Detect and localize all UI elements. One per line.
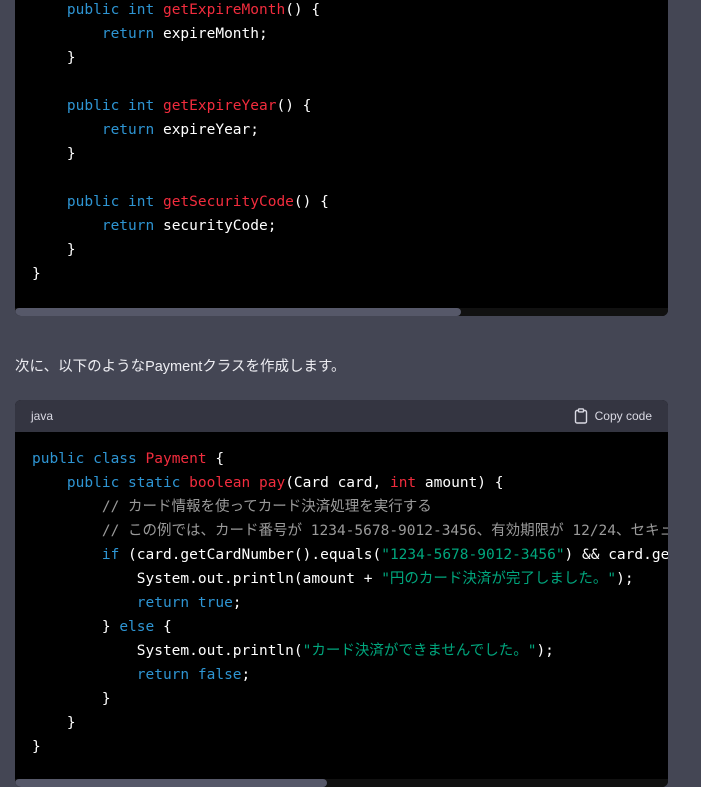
code-line: public class Payment { (32, 451, 225, 467)
copy-code-button[interactable]: Copy code (574, 408, 652, 424)
code-line: } (32, 715, 76, 731)
scrollbar-thumb[interactable] (15, 779, 327, 787)
code-line: System.out.println(amount + "円のカード決済が完了し… (32, 571, 634, 587)
clipboard-icon (574, 408, 588, 424)
string-token: "円のカード決済が完了しました。" (381, 571, 617, 587)
keyword-token: return (101, 218, 155, 234)
keyword-token: public int (66, 98, 155, 114)
code-line: } (32, 242, 76, 258)
code-line: public int getSecurityCode() { (66, 194, 329, 210)
comment-token: // この例では、カード番号が 1234-5678-9012-3456、有効期限… (101, 523, 668, 539)
code-line: } (32, 146, 76, 162)
body-paragraph: 次に、以下のようなPaymentクラスを作成します。 (15, 359, 346, 375)
keyword-token: return true (136, 595, 233, 611)
code-language-label: java (31, 409, 54, 423)
code-line: } (32, 691, 111, 707)
method-name-token: pay (259, 475, 286, 491)
code-line: return securityCode; (101, 218, 277, 234)
horizontal-scrollbar[interactable] (15, 779, 668, 787)
type-token: boolean (189, 475, 251, 491)
code-block-payment: java Copy code public class Payment { pu… (15, 400, 668, 787)
code-line: public int getExpireMonth() { (66, 2, 321, 18)
method-name-token: getExpireYear (162, 98, 277, 114)
code-line: // この例では、カード番号が 1234-5678-9012-3456、有効期限… (32, 523, 668, 539)
method-name-token: getExpireMonth (162, 2, 286, 18)
scrollbar-thumb[interactable] (15, 308, 461, 316)
code-line: } (32, 266, 41, 282)
string-token: "1234-5678-9012-3456" (381, 547, 565, 563)
code-line: return false; (136, 667, 251, 683)
keyword-token: public int (66, 194, 155, 210)
keyword-token: public static (66, 475, 181, 491)
code-line: } (32, 50, 76, 66)
code-content: public int getExpireMonth() { return exp… (15, 0, 668, 286)
code-line: } else { (32, 619, 172, 635)
class-name-token: Payment (145, 451, 207, 467)
code-line: System.out.println("カード決済ができませんでした。"); (32, 643, 554, 659)
horizontal-scrollbar[interactable] (15, 308, 668, 316)
keyword-token: return (101, 26, 155, 42)
code-block-header: java Copy code (15, 400, 668, 432)
code-block-getters: public int getExpireMonth() { return exp… (15, 0, 668, 316)
code-line: if (card.getCardNumber().equals("1234-56… (101, 547, 668, 563)
copy-code-label: Copy code (594, 409, 652, 423)
keyword-token: return (101, 122, 155, 138)
code-line: } (32, 739, 41, 755)
code-line: return expireMonth; (101, 26, 268, 42)
method-name-token: getSecurityCode (162, 194, 294, 210)
keyword-token: return false (136, 667, 242, 683)
string-token: "カード決済ができませんでした。" (302, 643, 537, 659)
keyword-token: public class (32, 451, 137, 467)
keyword-token: public int (66, 2, 155, 18)
keyword-token: if (101, 547, 120, 563)
code-line: return true; (136, 595, 242, 611)
type-token: int (389, 475, 417, 491)
code-line: return expireYear; (101, 122, 259, 138)
code-line: public static boolean pay(Card card, int… (66, 475, 504, 491)
keyword-token: else (119, 619, 155, 635)
code-line: public int getExpireYear() { (66, 98, 312, 114)
code-content: public class Payment { public static boo… (15, 432, 668, 759)
code-line: // カード情報を使ってカード決済処理を実行する (32, 499, 432, 515)
comment-token: // カード情報を使ってカード決済処理を実行する (101, 499, 432, 515)
